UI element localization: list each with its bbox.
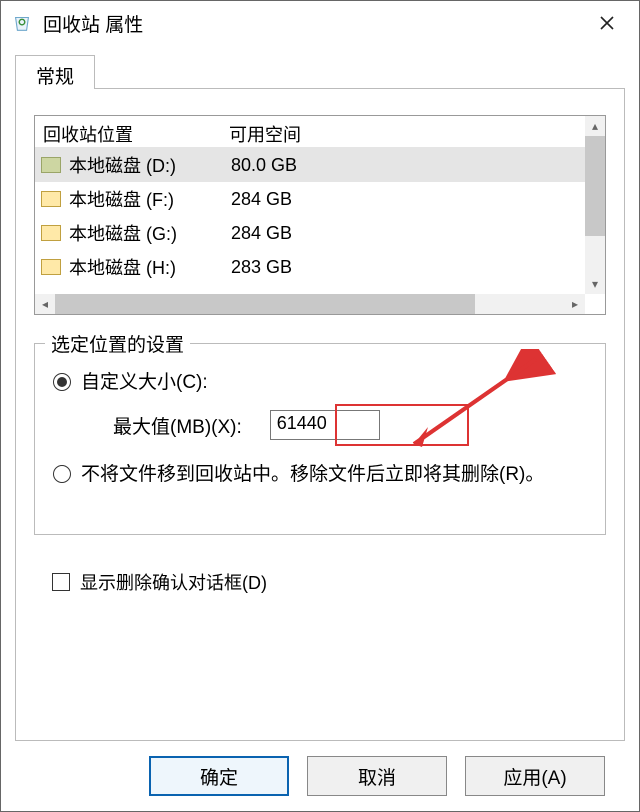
- radio-icon[interactable]: [53, 465, 71, 483]
- radio-no-recycle[interactable]: 不将文件移到回收站中。移除文件后立即将其删除(R)。: [53, 462, 587, 488]
- cancel-button[interactable]: 取消: [307, 756, 447, 796]
- row-space: 80.0 GB: [223, 155, 579, 176]
- row-location: 本地磁盘 (D:): [69, 152, 223, 178]
- row-space: 284 GB: [223, 189, 579, 210]
- groupbox-legend: 选定位置的设置: [45, 330, 190, 357]
- disk-icon: [41, 191, 61, 207]
- client-area: 常规 回收站位置 可用空间 本地磁盘 (D:) 80.0 GB 本地磁盘 (F: [1, 45, 639, 811]
- scroll-down-icon[interactable]: ▾: [585, 274, 605, 294]
- drive-list[interactable]: 回收站位置 可用空间 本地磁盘 (D:) 80.0 GB 本地磁盘 (F:) 2…: [34, 115, 606, 315]
- disk-icon: [41, 259, 61, 275]
- max-size-row: 最大值(MB)(X): 61440: [113, 410, 587, 440]
- scroll-left-icon[interactable]: ◂: [35, 294, 55, 314]
- ok-button[interactable]: 确定: [149, 756, 289, 796]
- vertical-scrollbar[interactable]: ▴ ▾: [585, 116, 605, 294]
- titlebar[interactable]: 回收站 属性: [1, 1, 639, 45]
- tab-general[interactable]: 常规: [15, 55, 95, 89]
- max-size-label: 最大值(MB)(X):: [113, 412, 242, 439]
- scrollbar-thumb[interactable]: [55, 294, 475, 314]
- horizontal-scrollbar[interactable]: ◂ ▸: [35, 294, 585, 314]
- table-row[interactable]: 本地磁盘 (H:) 283 GB: [35, 250, 585, 284]
- row-space: 284 GB: [223, 223, 579, 244]
- row-space: 283 GB: [223, 257, 579, 278]
- tabstrip: 常规: [15, 55, 625, 89]
- recycle-bin-properties-window: 回收站 属性 常规 回收站位置 可用空间 本地磁盘 (D:) 80.0 GB: [0, 0, 640, 812]
- scroll-up-icon[interactable]: ▴: [585, 116, 605, 136]
- radio-custom-size[interactable]: 自定义大小(C):: [53, 370, 587, 396]
- disk-icon: [41, 225, 61, 241]
- max-size-input[interactable]: 61440: [270, 410, 380, 440]
- table-row[interactable]: 本地磁盘 (F:) 284 GB: [35, 182, 585, 216]
- col-location-header[interactable]: 回收站位置: [35, 116, 221, 147]
- row-location: 本地磁盘 (F:): [69, 186, 223, 212]
- table-row[interactable]: 本地磁盘 (G:) 284 GB: [35, 216, 585, 250]
- scroll-right-icon[interactable]: ▸: [565, 294, 585, 314]
- table-row[interactable]: 本地磁盘 (D:) 80.0 GB: [35, 148, 585, 182]
- col-space-header[interactable]: 可用空间: [221, 116, 605, 147]
- settings-groupbox: 选定位置的设置 自定义大小(C): 最大值(MB)(X): 61440 不将文件…: [34, 343, 606, 535]
- recycle-bin-icon: [11, 12, 33, 34]
- confirm-delete-label: 显示删除确认对话框(D): [80, 569, 267, 595]
- radio-icon[interactable]: [53, 373, 71, 391]
- row-location: 本地磁盘 (G:): [69, 220, 223, 246]
- confirm-delete-checkbox[interactable]: 显示删除确认对话框(D): [52, 569, 606, 595]
- checkbox-icon[interactable]: [52, 573, 70, 591]
- disk-icon: [41, 157, 61, 173]
- button-bar: 确定 取消 应用(A): [15, 741, 625, 811]
- close-button[interactable]: [585, 1, 629, 45]
- apply-button[interactable]: 应用(A): [465, 756, 605, 796]
- scrollbar-thumb[interactable]: [585, 136, 605, 236]
- drive-list-body: 本地磁盘 (D:) 80.0 GB 本地磁盘 (F:) 284 GB 本地磁盘 …: [35, 148, 585, 294]
- tab-panel-general: 回收站位置 可用空间 本地磁盘 (D:) 80.0 GB 本地磁盘 (F:) 2…: [15, 88, 625, 741]
- radio-no-recycle-label: 不将文件移到回收站中。移除文件后立即将其删除(R)。: [81, 462, 544, 488]
- row-location: 本地磁盘 (H:): [69, 254, 223, 280]
- drive-list-header: 回收站位置 可用空间: [35, 116, 605, 148]
- radio-custom-size-label: 自定义大小(C):: [81, 370, 208, 396]
- window-title: 回收站 属性: [43, 10, 585, 37]
